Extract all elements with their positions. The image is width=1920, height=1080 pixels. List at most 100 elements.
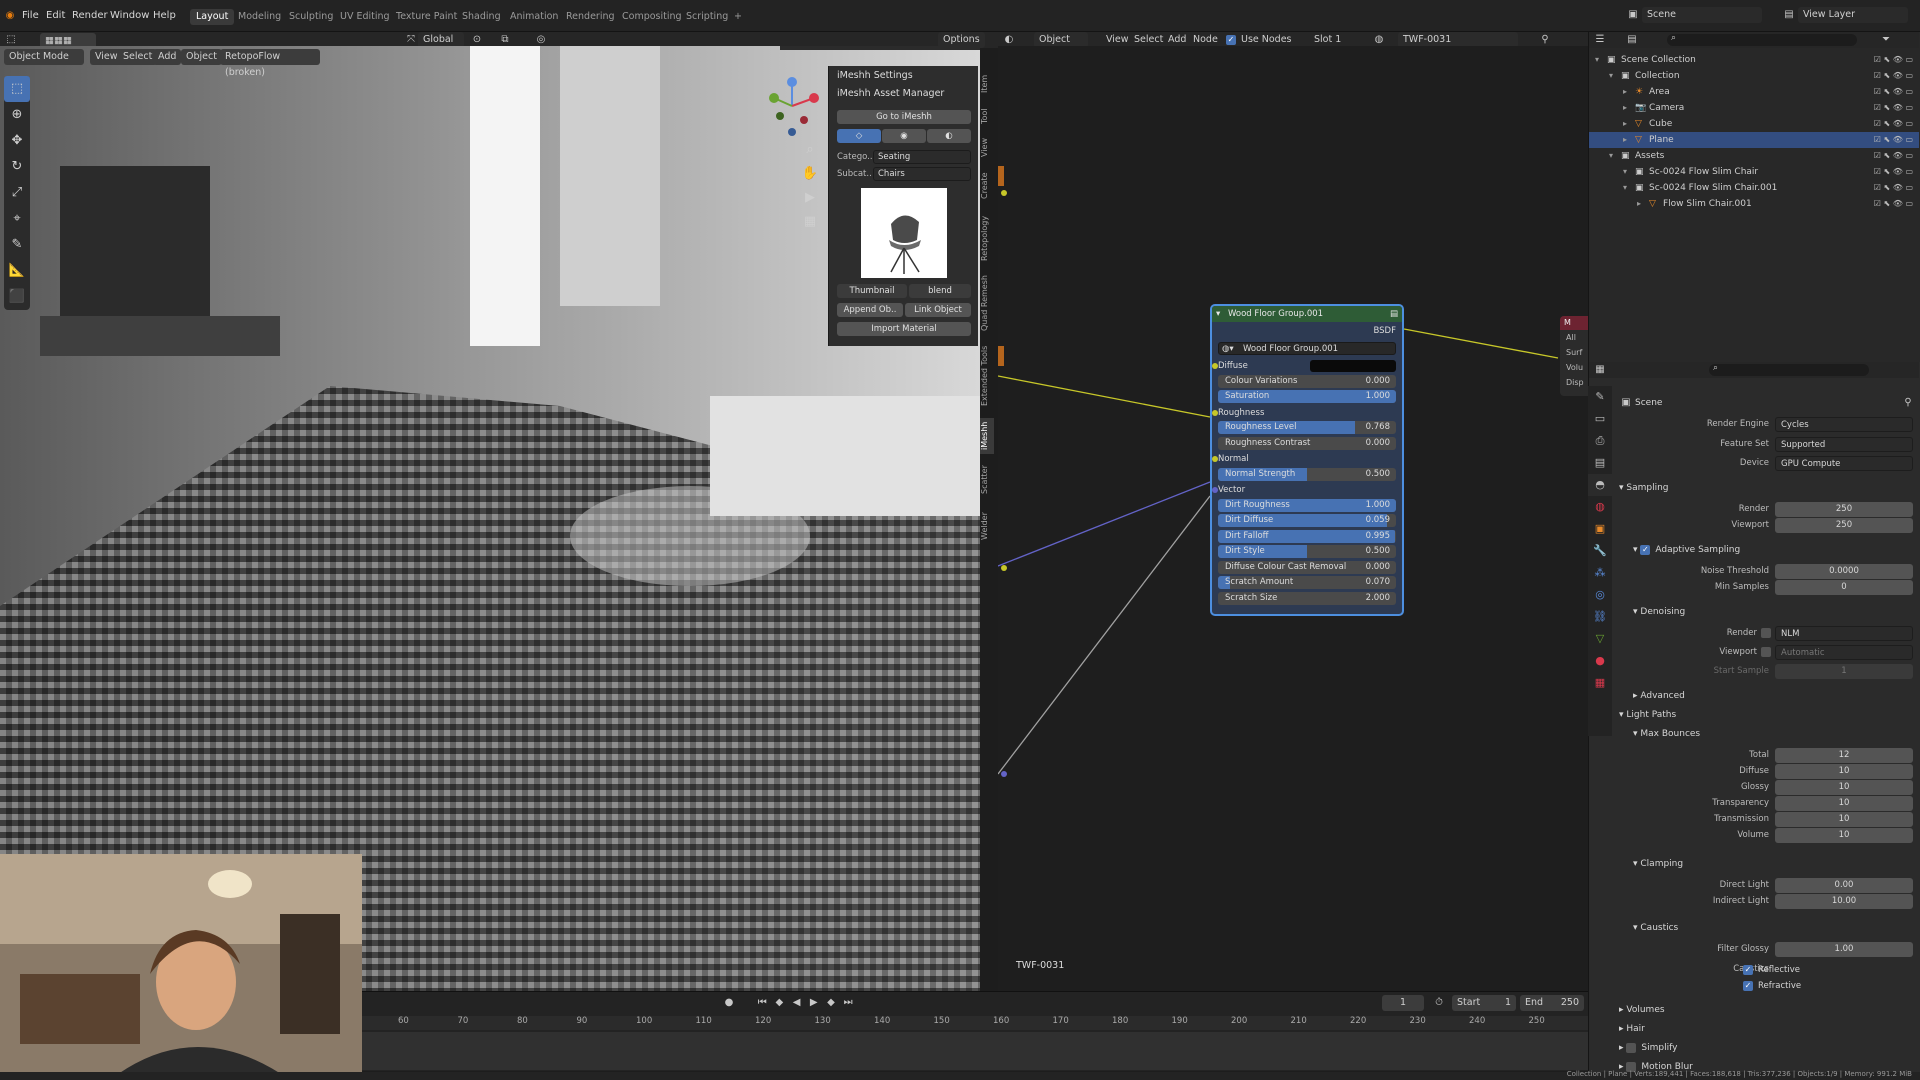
denoise-viewport-select[interactable]: Automatic: [1775, 645, 1913, 660]
menu-help[interactable]: Help: [153, 8, 176, 24]
node-value-field[interactable]: Dirt Style 0.500: [1218, 545, 1396, 558]
node-value-field[interactable]: Normal Strength 0.500: [1218, 467, 1396, 481]
properties-search-field[interactable]: ⌕: [1709, 363, 1869, 376]
object-properties-icon[interactable]: ▣: [1588, 518, 1612, 540]
expand-arrow-icon[interactable]: ▾: [1595, 52, 1599, 68]
direct-light-field[interactable]: 0.00: [1775, 878, 1913, 893]
diffuse-color-swatch[interactable]: [1310, 360, 1396, 372]
expand-arrow-icon[interactable]: ▸: [1623, 132, 1627, 148]
pivot-icon[interactable]: ⊙: [470, 33, 484, 47]
visibility-toggle-icon[interactable]: ☑ ⬉ 👁 ▭: [1874, 68, 1913, 84]
jump-start-icon[interactable]: ⏮: [755, 996, 769, 1010]
advanced-panel-header[interactable]: ▸ Advanced: [1633, 688, 1685, 704]
materials-tab-icon[interactable]: ◉: [882, 129, 926, 143]
current-frame-field[interactable]: 1: [1382, 995, 1424, 1011]
indirect-light-field[interactable]: 10.00: [1775, 894, 1913, 909]
light-paths-panel-header[interactable]: ▾ Light Paths: [1619, 707, 1676, 723]
tab-item[interactable]: Item: [980, 70, 994, 98]
input-socket[interactable]: [1212, 487, 1218, 493]
timeline[interactable]: ● ⏮ ◆ ◀ ▶ ◆ ⏭ 1 ⏱ Start 1 End 250 60 70 80 90…: [362, 991, 1588, 1071]
workspace-tab-animation[interactable]: Animation: [510, 9, 558, 25]
imeshh-settings-header[interactable]: iMeshh Settings: [829, 68, 913, 84]
add-menu[interactable]: Add: [153, 49, 182, 65]
outliner-item[interactable]: ▸ ☀ Area ☑ ⬉ 👁 ▭: [1589, 84, 1919, 100]
refractive-checkbox[interactable]: ✓ Refractive: [1743, 978, 1801, 994]
go-to-imeshh-button[interactable]: Go to iMeshh: [837, 110, 971, 124]
bounce-field[interactable]: 12: [1775, 748, 1913, 763]
outliner-item[interactable]: ▸ ▽ Cube ☑ ⬉ 👁 ▭: [1589, 116, 1919, 132]
outliner-item[interactable]: ▾ ▣ Collection ☑ ⬉ 👁 ▭: [1589, 68, 1919, 84]
expand-arrow-icon[interactable]: ▸: [1623, 84, 1627, 100]
workspace-tab-scripting[interactable]: Scripting: [686, 9, 728, 25]
expand-arrow-icon[interactable]: ▾: [1609, 68, 1613, 84]
data-properties-icon[interactable]: ▽: [1588, 628, 1612, 650]
select-box-icon[interactable]: ⬚: [4, 76, 30, 102]
subcategory-select[interactable]: Chairs: [873, 167, 971, 181]
pin-icon[interactable]: ⚲: [1538, 33, 1552, 47]
menu-file[interactable]: File: [22, 8, 39, 24]
render-properties-icon[interactable]: ▭: [1588, 408, 1612, 430]
play-reverse-icon[interactable]: ◀: [790, 996, 804, 1010]
record-icon[interactable]: ●: [722, 996, 736, 1010]
bounce-field[interactable]: 10: [1775, 780, 1913, 795]
node-header[interactable]: ▾ Wood Floor Group.001 ▤: [1212, 306, 1402, 322]
workspace-tab-compositing[interactable]: Compositing: [622, 9, 682, 25]
properties-editor-icon[interactable]: ▦: [1593, 363, 1607, 377]
noise-threshold-field[interactable]: 0.0000: [1775, 564, 1913, 579]
outliner-item[interactable]: ▸ 📷 Camera ☑ ⬉ 👁 ▭: [1589, 100, 1919, 116]
input-socket[interactable]: [1212, 456, 1218, 462]
editor-type-icon[interactable]: ⬚: [4, 33, 18, 47]
viewport-samples-field[interactable]: 250: [1775, 518, 1913, 533]
view-layer-selector[interactable]: View Layer: [1798, 7, 1908, 23]
expand-arrow-icon[interactable]: ▾: [1609, 148, 1613, 164]
cursor-icon[interactable]: ⊕: [4, 102, 30, 128]
render-engine-select[interactable]: Cycles: [1775, 417, 1913, 432]
tab-quad-remesh[interactable]: Quad Remesh: [980, 272, 994, 334]
view-layer-properties-icon[interactable]: ▤: [1588, 452, 1612, 474]
particles-properties-icon[interactable]: ⁂: [1588, 562, 1612, 584]
transform-icon[interactable]: ⌖: [4, 206, 30, 232]
outliner-editor-icon[interactable]: ☰: [1593, 33, 1607, 47]
denoise-render-checkbox[interactable]: [1761, 628, 1771, 638]
tab-welder[interactable]: Welder: [980, 506, 994, 546]
scale-icon[interactable]: ⤢: [4, 180, 30, 206]
prev-key-icon[interactable]: ◆: [772, 996, 786, 1010]
timeline-ruler[interactable]: 60 70 80 90 100 110 120 130 140 150 160 170 180 190 20…: [362, 1016, 1588, 1030]
output-properties-icon[interactable]: ⎙: [1588, 430, 1612, 452]
camera-view-icon[interactable]: ▶: [800, 186, 820, 210]
visibility-toggle-icon[interactable]: ☑ ⬉ 👁 ▭: [1874, 148, 1913, 164]
tool-properties-icon[interactable]: ✎: [1588, 386, 1612, 408]
physics-properties-icon[interactable]: ◎: [1588, 584, 1612, 606]
sampling-panel-header[interactable]: ▾ Sampling: [1619, 480, 1669, 496]
models-tab-icon[interactable]: ◇: [837, 129, 881, 143]
tab-scatter[interactable]: Scatter: [980, 460, 994, 500]
node-value-field[interactable]: Dirt Diffuse 0.059: [1218, 514, 1396, 527]
denoise-viewport-checkbox[interactable]: [1761, 647, 1771, 657]
visibility-toggle-icon[interactable]: ☑ ⬉ 👁 ▭: [1874, 132, 1913, 148]
collapse-arrow-icon[interactable]: ▾: [1216, 306, 1220, 322]
start-sample-field[interactable]: 1: [1775, 664, 1913, 679]
modifier-properties-icon[interactable]: 🔧: [1588, 540, 1612, 562]
tab-retopology[interactable]: Retopology: [980, 210, 994, 266]
tab-create[interactable]: Create: [980, 168, 994, 204]
clamping-panel-header[interactable]: ▾ Clamping: [1633, 856, 1683, 872]
add-workspace-button[interactable]: +: [734, 9, 742, 25]
workspace-tab-shading[interactable]: Shading: [462, 9, 501, 25]
outliner-item[interactable]: ▾ ▣ Sc-0024 Flow Slim Chair.001 ☑ ⬉ 👁 ▭: [1589, 180, 1919, 196]
outliner-item[interactable]: ▸ ▽ Plane ☑ ⬉ 👁 ▭: [1589, 132, 1919, 148]
caustics-panel-header[interactable]: ▾ Caustics: [1633, 920, 1678, 936]
pan-hand-icon[interactable]: ✋: [800, 162, 820, 186]
filter-icon[interactable]: ⏷: [1879, 33, 1893, 47]
imeshh-asset-manager-header[interactable]: iMeshh Asset Manager: [829, 86, 944, 102]
visibility-toggle-icon[interactable]: ☑ ⬉ 👁 ▭: [1874, 116, 1913, 132]
preview-range-icon[interactable]: ⏱: [1432, 996, 1446, 1010]
node-value-field[interactable]: Dirt Roughness 1.000: [1218, 498, 1396, 512]
denoise-render-select[interactable]: NLM: [1775, 626, 1913, 641]
link-object-button[interactable]: Link Object: [905, 303, 971, 317]
bounce-field[interactable]: 10: [1775, 812, 1913, 827]
expand-arrow-icon[interactable]: ▸: [1637, 196, 1641, 212]
wood-floor-group-node[interactable]: ▾ Wood Floor Group.001 ▤ BSDF ◍▾ Wood Fl…: [1210, 304, 1404, 616]
visibility-toggle-icon[interactable]: ☑ ⬉ 👁 ▭: [1874, 196, 1913, 212]
scene-properties-tab-icon[interactable]: ◓: [1588, 474, 1612, 496]
workspace-tab-modeling[interactable]: Modeling: [238, 9, 281, 25]
